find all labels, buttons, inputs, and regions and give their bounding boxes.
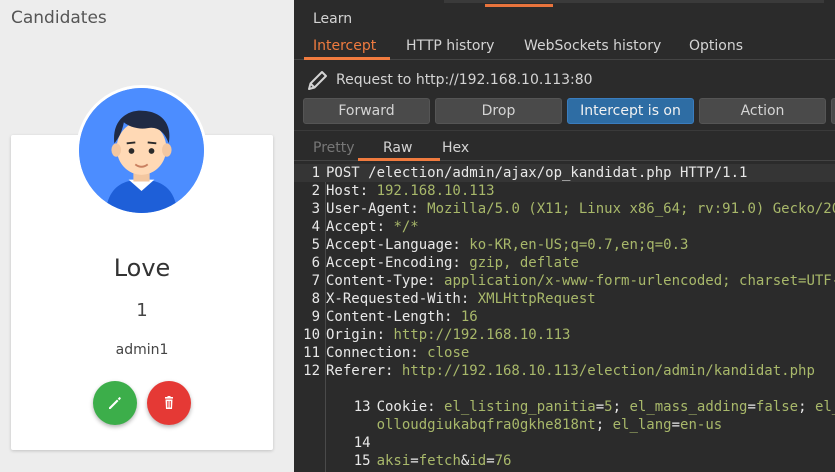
candidate-username: admin1 <box>115 342 169 358</box>
request-line: 3 User-Agent: Mozilla/5.0 (X11; Linux x86… <box>311 201 835 217</box>
tab-http-history[interactable]: HTTP history <box>406 38 494 54</box>
intercept-toggle-button[interactable]: Intercept is on <box>567 98 694 124</box>
request-line: 1 POST /election/admin/ajax/op_kandidat.p… <box>294 164 835 182</box>
intercept-tab-underline <box>304 57 390 60</box>
request-line: 12 Referer: http://192.168.10.113/electio… <box>303 363 815 379</box>
burp-proxy-pane: Learn Intercept HTTP history WebSockets … <box>294 0 835 472</box>
pencil-icon <box>308 71 327 90</box>
request-line: 10 Origin: http://192.168.10.113 <box>303 327 571 343</box>
request-line: 6 Accept-Encoding: gzip, deflate <box>311 255 579 271</box>
raw-tab-underline <box>358 158 440 161</box>
divider <box>294 130 835 131</box>
tab-raw[interactable]: Raw <box>383 140 412 156</box>
candidates-page: Candidates Love 1 admin1 <box>0 0 294 472</box>
request-body: 15 aksi=fetch&id=76 <box>353 453 512 469</box>
request-line-cookie: 13 Cookie: el_listing_panitia=5; el_mass_… <box>353 399 835 415</box>
drop-button[interactable]: Drop <box>435 98 562 124</box>
message-view-tabs: Pretty Raw Hex <box>294 135 835 161</box>
request-line: 7 Content-Type: application/x-www-form-ur… <box>311 273 835 289</box>
tab-options[interactable]: Options <box>689 38 743 54</box>
request-line: 8 X-Requested-With: XMLHttpRequest <box>311 291 596 307</box>
candidate-name: Love <box>113 254 171 282</box>
tab-intercept[interactable]: Intercept <box>313 38 376 54</box>
pencil-icon <box>109 397 121 409</box>
trash-icon <box>165 396 173 409</box>
tab-hex[interactable]: Hex <box>442 140 469 156</box>
request-line-blank: 14 <box>353 435 371 451</box>
request-line: 9 Content-Length: 16 <box>311 309 478 325</box>
candidate-avatar <box>76 85 207 216</box>
action-button[interactable]: Action <box>699 98 826 124</box>
request-target: Request to http://192.168.10.113:80 <box>306 68 593 92</box>
top-tabs-strip <box>294 0 835 8</box>
request-line: 11 Connection: close <box>303 345 470 361</box>
request-line: 4 Accept: */* <box>311 219 419 235</box>
tab-websockets-history[interactable]: WebSockets history <box>524 38 661 54</box>
page-title: Candidates <box>11 8 107 28</box>
extra-button[interactable] <box>831 98 835 124</box>
candidate-number: 1 <box>136 300 148 321</box>
request-line: 2 Host: 192.168.10.113 <box>311 183 495 199</box>
edit-button[interactable] <box>93 381 137 425</box>
delete-button[interactable] <box>147 381 191 425</box>
request-label: Request to http://192.168.10.113:80 <box>336 72 593 88</box>
proxy-subtabs: Intercept HTTP history WebSockets histor… <box>294 34 835 60</box>
tab-learn[interactable]: Learn <box>313 11 352 27</box>
request-editor[interactable]: 1 POST /election/admin/ajax/op_kandidat.p… <box>294 164 835 472</box>
request-line: 5 Accept-Language: ko-KR,en-US;q=0.7,en;q… <box>311 237 689 253</box>
proxy-tab-underline <box>485 4 553 7</box>
forward-button[interactable]: Forward <box>303 98 430 124</box>
tab-pretty[interactable]: Pretty <box>313 140 355 156</box>
request-line-cookie-cont: olloudgiukabqfra0gkhe818nt; el_lang=en-u… <box>376 417 723 433</box>
